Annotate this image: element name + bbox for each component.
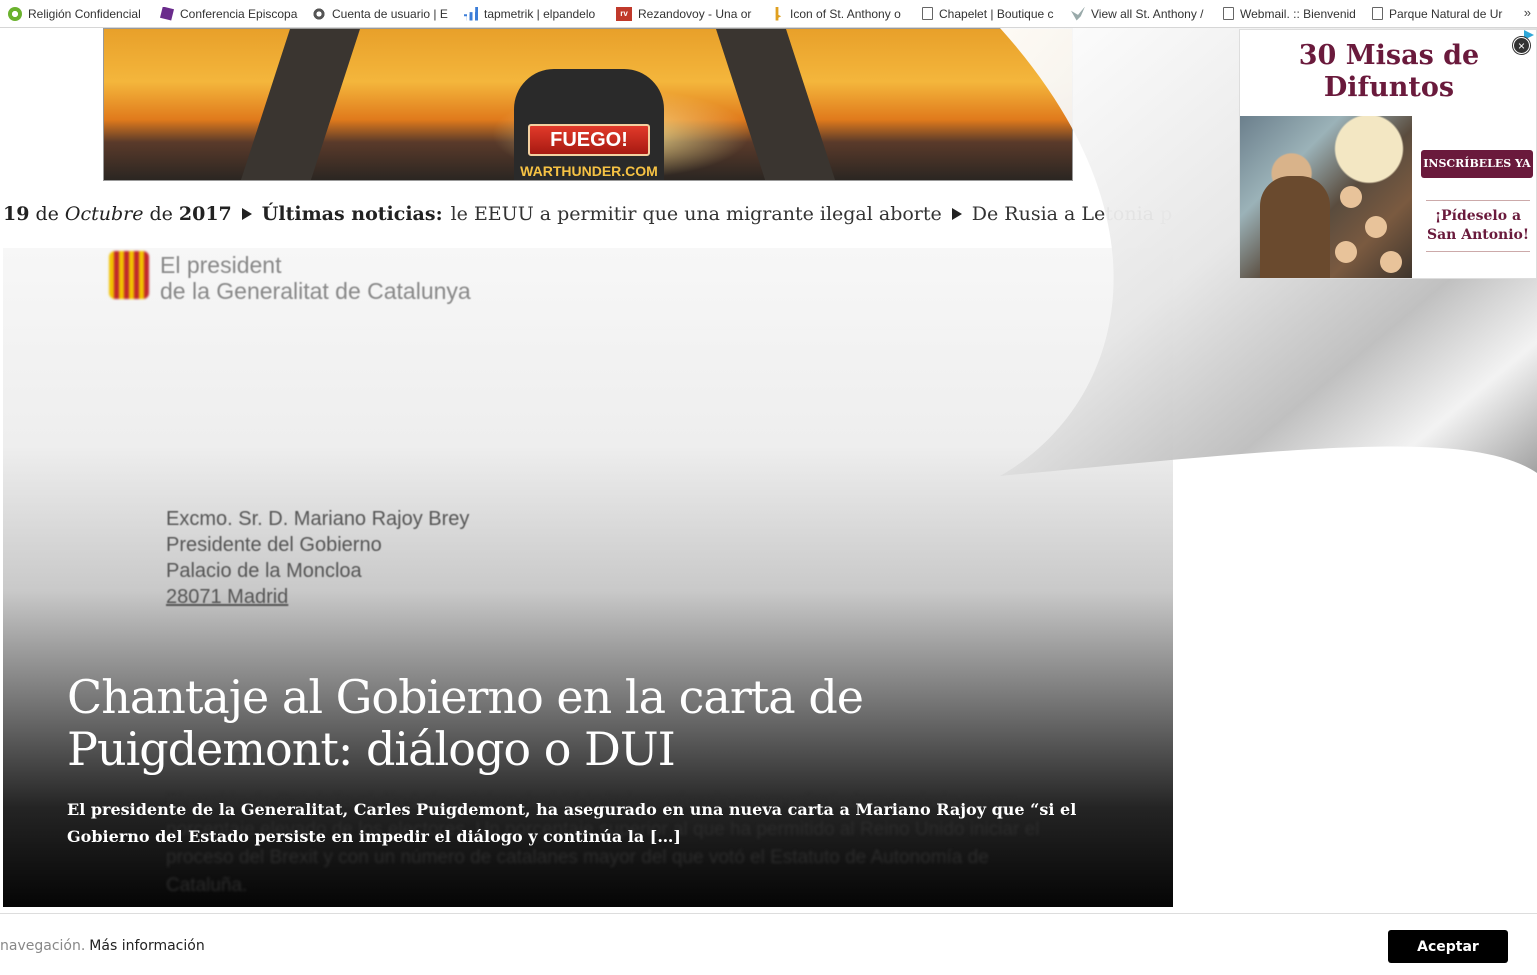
misas-difuntos-ad[interactable]: × 30 Misas de Difuntos INSCRÍBELES YA ¡P…	[1239, 29, 1537, 279]
letter-header-line: El president	[160, 252, 282, 278]
cookie-bar: navegación. Más información Aceptar	[0, 913, 1537, 975]
triangle-right-icon	[951, 208, 962, 220]
bookmark-label: Chapelet | Boutique c	[939, 6, 1054, 21]
inscribeles-button[interactable]: INSCRÍBELES YA	[1421, 150, 1533, 178]
bookmark-label: Cuenta de usuario | E	[332, 6, 448, 21]
bar-chart-icon	[464, 6, 478, 21]
bookmark-conferencia-episcopal[interactable]: Conferencia Episcopa	[152, 0, 304, 27]
letter-header-line: de la Generalitat de Catalunya	[160, 278, 471, 304]
article-excerpt: El presidente de la Generalitat, Carles …	[67, 800, 1077, 846]
cherub	[1340, 186, 1362, 208]
date-month: Octubre	[64, 203, 144, 225]
bookmark-label: Webmail. :: Bienvenid	[1240, 6, 1356, 21]
news-ticker: 19 de Octubre de 2017 Últimas noticias: …	[3, 200, 1173, 228]
gear-logo-icon	[312, 6, 326, 21]
ad-title-line: 30 Misas de	[1298, 40, 1480, 71]
ad-tagline-line: San Antonio!	[1426, 227, 1530, 243]
bookmark-label: Conferencia Episcopa	[180, 6, 298, 21]
date-de: de	[35, 203, 59, 225]
cherub	[1335, 241, 1357, 263]
bookmark-label: Rezandovoy - Una or	[638, 6, 752, 21]
bookmark-religion-confidencial[interactable]: Religión Confidencial	[0, 0, 152, 27]
ad-title: 30 Misas de Difuntos	[1240, 40, 1536, 104]
bookmark-label: Parque Natural de Ur	[1389, 6, 1503, 21]
rv-logo-icon: rv	[616, 6, 632, 21]
article-title[interactable]: Chantaje al Gobierno en la carta de Puig…	[67, 671, 1127, 775]
ad-cockpit-strut-left	[231, 29, 367, 180]
bookmark-cuenta-usuario[interactable]: Cuenta de usuario | E	[304, 0, 456, 27]
address-line: Excmo. Sr. D. Mariano Rajoy Brey	[166, 508, 470, 530]
bookmark-chapelet[interactable]: Chapelet | Boutique c	[914, 0, 1063, 27]
bookmark-view-all-st-anthony[interactable]: View all St. Anthony /	[1063, 0, 1215, 27]
fuego-button[interactable]: FUEGO!	[528, 124, 650, 156]
ad-title-line: Difuntos	[1323, 72, 1455, 103]
latest-news-label: Últimas noticias:	[261, 203, 443, 225]
bookmark-label: Religión Confidencial	[28, 6, 141, 21]
bookmark-icon-st-anthony[interactable]: Icon of St. Anthony o	[762, 0, 914, 27]
date-de: de	[149, 203, 173, 225]
address-line: Presidente del Gobierno	[166, 534, 382, 556]
warthunder-banner-ad[interactable]: FUEGO! WARTHUNDER.COM	[103, 28, 1073, 181]
address-line: Palacio de la Moncloa	[166, 560, 362, 582]
featured-article[interactable]: El president de la Generalitat de Catalu…	[3, 248, 1173, 907]
bookmark-parque-natural[interactable]: Parque Natural de Ur	[1364, 0, 1513, 27]
generalitat-seal-icon	[109, 251, 149, 299]
green-circle-icon	[8, 6, 22, 21]
date-day: 19	[3, 203, 30, 225]
st-anthony-image	[1240, 116, 1412, 278]
triangle-right-icon	[241, 208, 252, 220]
ticker-news-fade[interactable]: pasando por Sui	[1160, 203, 1173, 225]
letter-address: Excmo. Sr. D. Mariano Rajoy Brey Preside…	[166, 506, 469, 610]
ticker-news-link[interactable]: le EEUU a permitir que una migrante ileg…	[451, 203, 942, 225]
cookie-message-text: navegación.	[0, 938, 86, 954]
address-line: 28071 Madrid	[166, 586, 289, 608]
ad-tagline: ¡Pídeselo a San Antonio!	[1426, 200, 1530, 252]
page-icon	[1372, 7, 1383, 20]
cherub	[1365, 216, 1387, 238]
ad-tagline-line: ¡Pídeselo a	[1434, 208, 1522, 224]
saint-figure	[1260, 176, 1330, 278]
bookmarks-bar: Religión Confidencial Conferencia Episco…	[0, 0, 1537, 28]
key-icon	[775, 6, 782, 21]
letter-header: El president de la Generalitat de Catalu…	[160, 252, 471, 304]
more-info-link[interactable]: Más información	[89, 938, 204, 954]
page-icon	[1223, 7, 1234, 20]
accept-button[interactable]: Aceptar	[1388, 930, 1508, 963]
bookmark-tapmetrik[interactable]: tapmetrik | elpandelo	[456, 0, 608, 27]
bookmark-webmail[interactable]: Webmail. :: Bienvenid	[1215, 0, 1364, 27]
ticker-news-link[interactable]: De Rusia a Letonia	[972, 203, 1154, 225]
warthunder-site-label: WARTHUNDER.COM	[520, 163, 658, 179]
bookmark-label: Icon of St. Anthony o	[790, 6, 901, 21]
bookmark-label: View all St. Anthony /	[1091, 6, 1204, 21]
purple-logo-icon	[160, 6, 174, 21]
cookie-message: navegación. Más información	[0, 938, 205, 954]
cherub	[1380, 251, 1402, 273]
bookmarks-overflow-chevron-icon[interactable]: »	[1524, 5, 1531, 20]
date-year: 2017	[178, 203, 232, 225]
bookmark-label: tapmetrik | elpandelo	[484, 6, 596, 21]
page-icon	[922, 7, 933, 20]
bookmark-rezandovoy[interactable]: rv Rezandovoy - Una or	[608, 0, 762, 27]
dove-icon	[1071, 6, 1085, 21]
